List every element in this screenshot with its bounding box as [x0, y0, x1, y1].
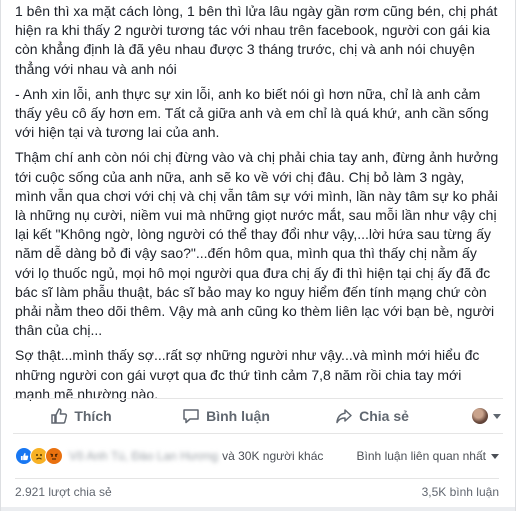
- chevron-down-icon: [493, 413, 501, 419]
- comment-button[interactable]: Bình luận: [149, 399, 303, 433]
- share-count[interactable]: 2.921 lượt chia sẻ: [15, 485, 112, 499]
- share-label: Chia sẻ: [359, 408, 409, 424]
- like-button[interactable]: Thích: [13, 399, 149, 433]
- post-text: 1 bên thì xa mặt cách lòng, 1 bên thì lử…: [1, 0, 515, 404]
- comment-label: Bình luận: [206, 408, 270, 424]
- avatar: [472, 408, 488, 424]
- post-stats: 2.921 lượt chia sẻ 3,5K bình luận: [15, 478, 499, 505]
- post-paragraph-2: - Anh xin lỗi, anh thực sự xin lỗi, anh …: [15, 85, 489, 141]
- like-label: Thích: [74, 408, 112, 424]
- reactions-summary: Võ Anh Tú, Đào Lan Hương và 30K người kh…: [15, 446, 499, 466]
- share-arrow-icon: [335, 407, 353, 425]
- post-paragraph-4: Sợ thật...mình thấy sợ...rất sợ những ng…: [15, 347, 480, 402]
- comment-sort-label: Bình luận liên quan nhất: [356, 449, 486, 463]
- reactor-names[interactable]: Võ Anh Tú, Đào Lan Hương: [69, 449, 218, 463]
- thumbs-up-icon: [50, 407, 68, 425]
- share-button[interactable]: Chia sẻ: [303, 399, 441, 433]
- feed-divider: [1, 507, 515, 511]
- comment-count[interactable]: 3,5K bình luận: [422, 485, 499, 499]
- speech-bubble-icon: [182, 407, 200, 425]
- chevron-down-icon: [491, 453, 499, 459]
- comment-sort-dropdown[interactable]: Bình luận liên quan nhất: [357, 449, 499, 463]
- post-paragraph-3: Thậm chí anh còn nói chị đừng vào và chị…: [15, 149, 499, 339]
- reaction-icons[interactable]: [15, 447, 63, 465]
- angry-reaction-icon: [45, 447, 63, 465]
- post-paragraph-1: 1 bên thì xa mặt cách lòng, 1 bên thì lử…: [15, 3, 498, 77]
- facebook-post: 1 bên thì xa mặt cách lòng, 1 bên thì lử…: [0, 0, 516, 511]
- reaction-identity-selector[interactable]: [441, 399, 503, 433]
- reaction-count[interactable]: và 30K người khác: [222, 449, 323, 463]
- post-action-bar: Thích Bình luận Chia sẻ: [13, 398, 503, 434]
